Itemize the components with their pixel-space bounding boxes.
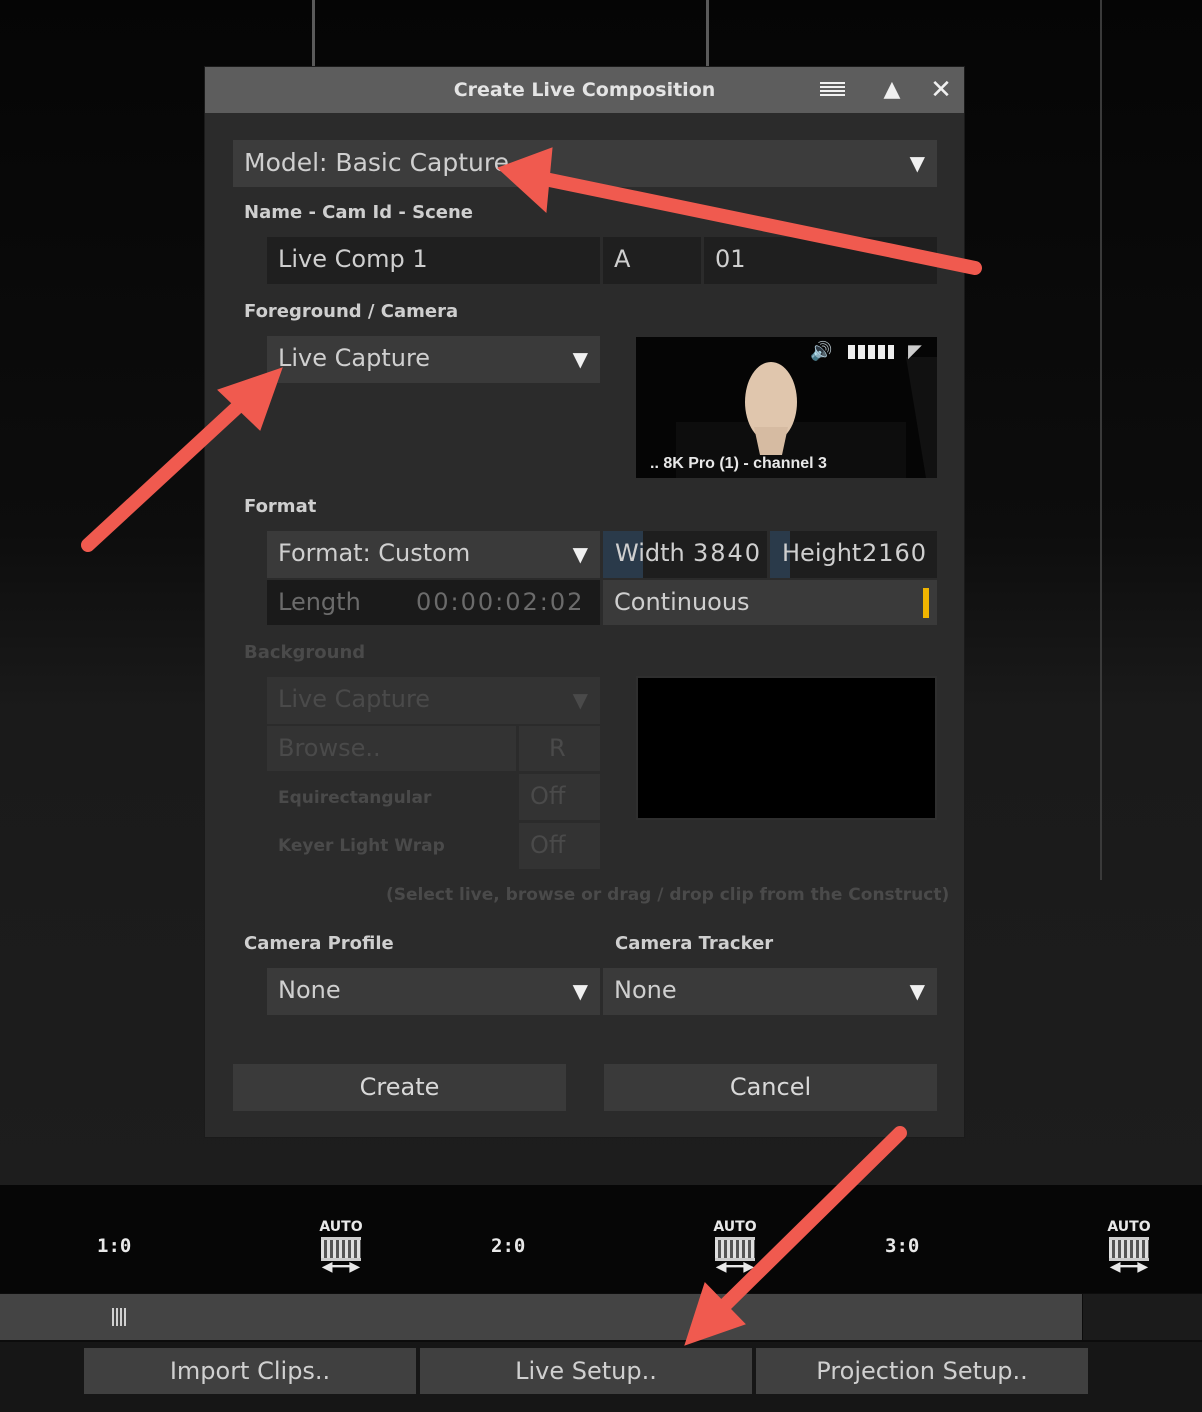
create-button[interactable]: Create bbox=[233, 1064, 566, 1111]
width-field[interactable]: Width 3840 bbox=[603, 531, 767, 578]
camera-profile-value: None bbox=[278, 976, 341, 1004]
audio-icon: 🔊 bbox=[810, 341, 833, 362]
name-field-value: Live Comp 1 bbox=[278, 245, 428, 273]
cancel-button[interactable]: Cancel bbox=[604, 1064, 937, 1111]
length-field[interactable]: Length 00:00:02:02 bbox=[267, 580, 600, 625]
r-button[interactable]: R bbox=[519, 726, 600, 771]
film-icon bbox=[321, 1237, 361, 1261]
left-right-arrow-icon: ◀━━▶ bbox=[1109, 1259, 1149, 1275]
camera-profile-select[interactable]: None ▼ bbox=[267, 968, 600, 1015]
equirectangular-toggle[interactable]: Off bbox=[519, 774, 600, 820]
length-value: 00:00:02:02 bbox=[416, 588, 585, 616]
equirectangular-label: Equirectangular bbox=[278, 788, 432, 808]
signal-bars-icon bbox=[848, 345, 894, 359]
length-label: Length bbox=[278, 588, 361, 616]
continuous-toggle[interactable]: Continuous bbox=[603, 580, 937, 625]
timeline-marker: 3:0 bbox=[885, 1235, 920, 1257]
format-select-label: Format: Custom bbox=[278, 539, 471, 567]
foreground-select[interactable]: Live Capture ▼ bbox=[267, 336, 600, 383]
camera-preview[interactable]: 🔊 ◤ .. 8K Pro (1) - channel 3 bbox=[636, 337, 937, 478]
camera-tracker-label: Camera Tracker bbox=[615, 933, 774, 954]
browse-button[interactable]: Browse.. bbox=[267, 726, 516, 771]
scroll-grip-icon[interactable] bbox=[112, 1308, 126, 1326]
scene-value: 01 bbox=[715, 245, 746, 273]
timeline-marker: 1:0 bbox=[97, 1235, 132, 1257]
continuous-label: Continuous bbox=[614, 588, 750, 616]
background-select-label: Live Capture bbox=[278, 685, 431, 713]
keyer-light-wrap-value: Off bbox=[530, 831, 566, 859]
continuous-indicator bbox=[923, 588, 929, 618]
foreground-select-label: Live Capture bbox=[278, 344, 431, 372]
preview-caption: .. 8K Pro (1) - channel 3 bbox=[650, 455, 827, 472]
chevron-down-icon: ▼ bbox=[572, 347, 588, 371]
keyer-light-wrap-label: Keyer Light Wrap bbox=[278, 836, 445, 856]
width-label: Width bbox=[615, 539, 685, 567]
auto-label: AUTO bbox=[1107, 1219, 1151, 1235]
left-right-arrow-icon: ◀━━▶ bbox=[715, 1259, 755, 1275]
auto-label: AUTO bbox=[319, 1219, 363, 1235]
keyer-light-wrap-toggle[interactable]: Off bbox=[519, 823, 600, 869]
name-section-label: Name - Cam Id - Scene bbox=[244, 202, 474, 223]
film-icon bbox=[1109, 1237, 1149, 1261]
height-value: 2160 bbox=[862, 539, 928, 567]
timeline-scrollbar[interactable] bbox=[0, 1294, 1082, 1340]
background-hint: (Select live, browse or drag / drop clip… bbox=[386, 885, 950, 905]
film-icon bbox=[715, 1237, 755, 1261]
browse-label: Browse.. bbox=[278, 734, 381, 762]
auto-transition-icon[interactable]: AUTO ◀━━▶ bbox=[1099, 1219, 1159, 1275]
format-label: Format bbox=[244, 496, 317, 517]
dialog-titlebar[interactable]: Create Live Composition ▲ ✕ bbox=[205, 67, 964, 113]
auto-transition-icon[interactable]: AUTO ◀━━▶ bbox=[311, 1219, 371, 1275]
cam-id-value: A bbox=[614, 245, 631, 273]
camera-profile-label: Camera Profile bbox=[244, 933, 394, 954]
name-field[interactable]: Live Comp 1 bbox=[267, 237, 600, 284]
chevron-down-icon: ▼ bbox=[909, 151, 925, 175]
left-right-arrow-icon: ◀━━▶ bbox=[321, 1259, 361, 1275]
scene-field[interactable]: 01 bbox=[704, 237, 937, 284]
width-value: 3840 bbox=[693, 539, 763, 567]
live-setup-button[interactable]: Live Setup.. bbox=[420, 1348, 752, 1394]
divider-line bbox=[706, 0, 709, 70]
collapse-icon[interactable]: ▲ bbox=[878, 77, 906, 103]
r-label: R bbox=[549, 734, 566, 762]
timeline-marker: 2:0 bbox=[491, 1235, 526, 1257]
format-select[interactable]: Format: Custom ▼ bbox=[267, 531, 600, 578]
chevron-down-icon: ▼ bbox=[572, 688, 588, 712]
background-label: Background bbox=[244, 642, 366, 663]
flag-icon: ◤ bbox=[908, 341, 922, 362]
foreground-label: Foreground / Camera bbox=[244, 301, 459, 322]
model-select[interactable]: Model: Basic Capture ▼ bbox=[233, 140, 937, 187]
menu-icon[interactable] bbox=[820, 82, 845, 98]
close-icon[interactable]: ✕ bbox=[927, 77, 955, 103]
camera-tracker-value: None bbox=[614, 976, 677, 1004]
height-field[interactable]: Height 2160 bbox=[770, 531, 937, 578]
auto-transition-icon[interactable]: AUTO ◀━━▶ bbox=[705, 1219, 765, 1275]
scrollbar-end bbox=[1083, 1294, 1202, 1340]
chevron-down-icon: ▼ bbox=[909, 979, 925, 1003]
divider-line bbox=[1100, 0, 1102, 880]
height-label: Height bbox=[782, 539, 862, 567]
camera-tracker-select[interactable]: None ▼ bbox=[603, 968, 937, 1015]
timeline-strip bbox=[0, 1185, 1202, 1293]
chevron-down-icon: ▼ bbox=[572, 979, 588, 1003]
auto-label: AUTO bbox=[713, 1219, 757, 1235]
import-clips-button[interactable]: Import Clips.. bbox=[84, 1348, 416, 1394]
background-preview[interactable] bbox=[636, 676, 937, 820]
projection-setup-button[interactable]: Projection Setup.. bbox=[756, 1348, 1088, 1394]
chevron-down-icon: ▼ bbox=[572, 542, 588, 566]
equirectangular-value: Off bbox=[530, 782, 566, 810]
cam-id-field[interactable]: A bbox=[603, 237, 701, 284]
dialog-title: Create Live Composition bbox=[453, 79, 716, 101]
divider-line bbox=[312, 0, 315, 70]
model-select-label: Model: Basic Capture bbox=[244, 148, 509, 177]
background-select[interactable]: Live Capture ▼ bbox=[267, 677, 600, 724]
